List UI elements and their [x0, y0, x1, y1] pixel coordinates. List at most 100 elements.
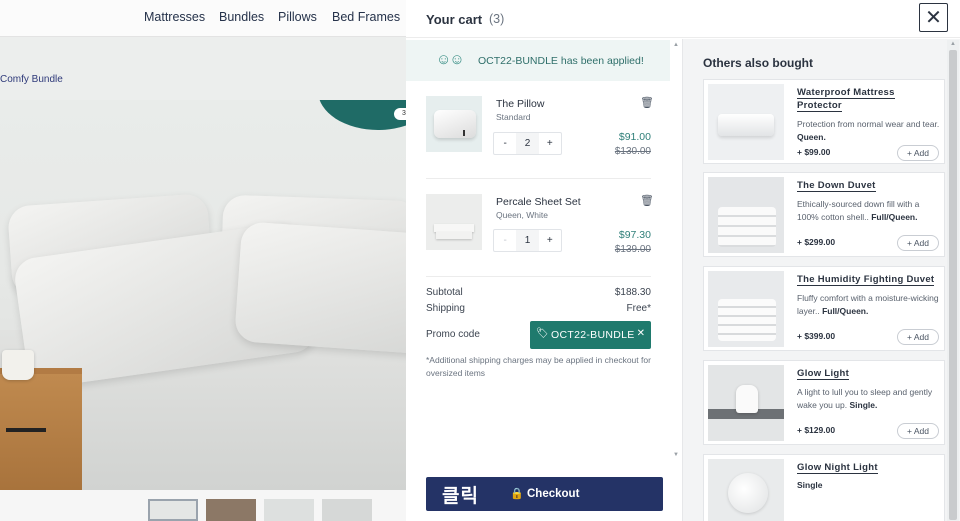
decrease-button[interactable]: -	[494, 133, 516, 154]
product-size: Single	[797, 480, 823, 490]
cart-title: Your cart	[426, 12, 483, 27]
others-also-bought-panel: Others also bought Waterproof Mattress P…	[682, 39, 960, 521]
checkout-label: Checkout	[527, 488, 580, 500]
add-button[interactable]: + Add	[897, 145, 939, 161]
recommendation-card[interactable]: The Down Duvet Ethically-sourced down fi…	[703, 172, 945, 257]
mattress-protector-image	[708, 84, 784, 160]
recommendation-card[interactable]: Glow Light A light to lull you to sleep …	[703, 360, 945, 445]
decrease-button[interactable]: -	[494, 230, 516, 251]
down-duvet-image	[708, 177, 784, 253]
others-title: Others also bought	[703, 56, 814, 70]
scroll-up-icon[interactable]: ▲	[950, 41, 956, 47]
add-button[interactable]: + Add	[897, 423, 939, 439]
thumbnail-3[interactable]	[264, 499, 314, 521]
cart-header: Your cart (3) ✕	[406, 0, 960, 38]
thumbnail-4[interactable]	[322, 499, 372, 521]
scrollbar-thumb[interactable]	[949, 50, 957, 520]
product-description: Ethically-sourced down fill with a 100% …	[797, 199, 920, 222]
scroll-up-icon[interactable]: ▲	[673, 42, 679, 48]
lock-icon: 🔒	[510, 488, 524, 500]
image-thumbnails	[0, 490, 406, 521]
nav-mattresses[interactable]: Mattresses	[144, 10, 205, 24]
mug	[2, 350, 34, 380]
glow-night-light-image	[708, 459, 784, 521]
product-price: + $299.00	[797, 237, 836, 247]
recommendation-card[interactable]: Glow Night Light Single	[703, 454, 945, 521]
cart-scrollbar[interactable]: ▲ ▼	[672, 40, 682, 460]
thumbnail-2[interactable]	[206, 499, 256, 521]
product-name[interactable]: The Humidity Fighting Duvet	[797, 273, 942, 286]
tag-icon: 🏷	[536, 328, 549, 339]
add-button[interactable]: + Add	[897, 329, 939, 345]
remove-promo-icon[interactable]: ✕	[637, 328, 645, 339]
close-button[interactable]: ✕	[919, 3, 948, 32]
divider	[426, 276, 651, 277]
front-pillow-right	[234, 221, 406, 355]
top-navigation: Mattresses Bundles Pillows Bed Frames	[0, 0, 406, 37]
pillow-image	[426, 96, 482, 152]
shipping-row: Shipping Free*	[426, 303, 651, 314]
glow-light-image	[708, 365, 784, 441]
quantity-value[interactable]: 2	[516, 133, 539, 154]
promo-code-value: OCT22-BUNDLE	[551, 329, 635, 341]
sheet-set-image	[426, 194, 482, 250]
subtotal-row: Subtotal $188.30	[426, 287, 651, 298]
click-annotation: 클릭	[442, 486, 479, 507]
item-original-price: $139.00	[614, 244, 651, 255]
promo-code-chip: 🏷 OCT22-BUNDLE ✕	[530, 321, 651, 349]
subtotal-label: Subtotal	[426, 287, 463, 298]
drawer-handle	[6, 428, 46, 432]
quantity-value[interactable]: 1	[516, 230, 539, 251]
product-name[interactable]: Waterproof Mattress Protector	[797, 86, 942, 112]
shipping-value: Free*	[626, 303, 651, 314]
background-page: Mattresses Bundles Pillows Bed Frames Co…	[0, 0, 406, 521]
increase-button[interactable]: +	[539, 230, 561, 251]
promo-blob	[318, 100, 406, 130]
item-price: $91.00	[618, 131, 651, 143]
nav-bed-frames[interactable]: Bed Frames	[332, 10, 400, 24]
product-name[interactable]: Glow Night Light	[797, 461, 942, 474]
promo-applied-text: OCT22-BUNDLE has been applied!	[478, 55, 644, 67]
add-button[interactable]: + Add	[897, 235, 939, 251]
item-name[interactable]: Percale Sheet Set	[496, 196, 581, 208]
close-icon: ✕	[925, 7, 942, 29]
breadcrumb[interactable]: Comfy Bundle	[0, 74, 63, 85]
product-description: Fluffy comfort with a moisture-wicking l…	[797, 293, 939, 316]
product-price: + $99.00	[797, 147, 831, 157]
product-name[interactable]: Glow Light	[797, 367, 942, 380]
item-variant: Queen, White	[496, 210, 548, 220]
item-original-price: $130.00	[614, 146, 651, 157]
hero-product-image: 3	[0, 100, 406, 490]
quantity-stepper: - 1 +	[493, 229, 562, 252]
humidity-duvet-image	[708, 271, 784, 347]
nav-bundles[interactable]: Bundles	[219, 10, 264, 24]
shipping-label: Shipping	[426, 303, 465, 314]
divider	[426, 178, 651, 179]
product-description: A light to lull you to sleep and gently …	[797, 387, 933, 410]
increase-button[interactable]: +	[539, 133, 561, 154]
trash-icon[interactable]: 🗑	[640, 96, 654, 109]
item-name[interactable]: The Pillow	[496, 98, 544, 110]
recommendation-card[interactable]: Waterproof Mattress Protector Protection…	[703, 79, 945, 164]
cart-item: Percale Sheet Set Queen, White 🗑 - 1 + $…	[426, 194, 654, 264]
checkout-button[interactable]: 클릭 🔒 Checkout	[426, 477, 663, 511]
nav-pillows[interactable]: Pillows	[278, 10, 317, 24]
thumbnail-1[interactable]	[148, 499, 198, 521]
smiley-faces-icon: ☺☺	[436, 51, 465, 68]
trash-icon[interactable]: 🗑	[640, 194, 654, 207]
subtotal-value: $188.30	[614, 287, 651, 298]
product-name[interactable]: The Down Duvet	[797, 179, 942, 192]
product-price: + $399.00	[797, 331, 836, 341]
others-scrollbar[interactable]: ▲	[947, 40, 959, 521]
recommendation-card[interactable]: The Humidity Fighting Duvet Fluffy comfo…	[703, 266, 945, 351]
product-price: + $129.00	[797, 425, 836, 435]
scroll-down-icon[interactable]: ▼	[673, 452, 679, 458]
shipping-disclaimer: *Additional shipping charges may be appl…	[426, 355, 651, 378]
promo-badge: 3	[394, 108, 406, 120]
cart-count: (3)	[489, 12, 505, 26]
quantity-stepper: - 2 +	[493, 132, 562, 155]
promo-applied-banner: ☺☺ OCT22-BUNDLE has been applied!	[406, 40, 670, 81]
item-price: $97.30	[618, 229, 651, 241]
promo-code-label: Promo code	[426, 329, 480, 340]
cart-item: The Pillow Standard 🗑 - 2 + $91.00 $130.…	[426, 96, 654, 166]
